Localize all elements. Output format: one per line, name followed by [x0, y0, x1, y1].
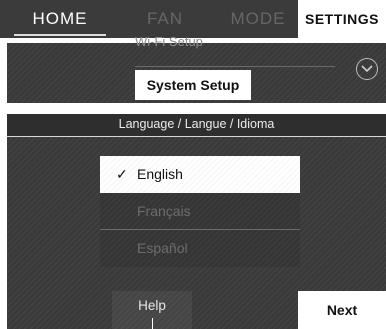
chevron-down-icon — [361, 65, 373, 73]
language-option-french[interactable]: Français — [100, 193, 300, 230]
tab-home[interactable]: HOME — [14, 0, 106, 38]
next-button[interactable]: Next — [298, 291, 386, 329]
settings-item-system-setup[interactable]: System Setup — [135, 70, 251, 100]
settings-list-panel: Wi-Fi Setup System Setup — [7, 37, 386, 103]
language-label: Español — [137, 240, 188, 256]
scroll-down-button[interactable] — [356, 58, 378, 80]
list-divider — [135, 66, 335, 67]
language-label: Français — [137, 203, 191, 219]
tab-fan[interactable]: FAN — [130, 0, 200, 38]
settings-item-peek[interactable]: Wi-Fi Setup — [135, 37, 335, 51]
language-header: Language / Langue / Idioma — [7, 114, 386, 137]
help-button[interactable]: Help — [112, 291, 192, 329]
tab-mode[interactable]: MODE — [214, 0, 302, 38]
language-label: English — [137, 166, 183, 182]
check-icon: ✓ — [116, 166, 128, 182]
language-panel: Language / Langue / Idioma ✓ English Fra… — [7, 114, 386, 329]
language-option-english[interactable]: ✓ English — [100, 156, 300, 193]
language-option-spanish[interactable]: Español — [100, 230, 300, 267]
top-nav: HOME FAN MODE SETTINGS — [0, 0, 386, 38]
tab-settings[interactable]: SETTINGS — [298, 0, 386, 38]
language-list: ✓ English Français Español — [100, 156, 300, 267]
